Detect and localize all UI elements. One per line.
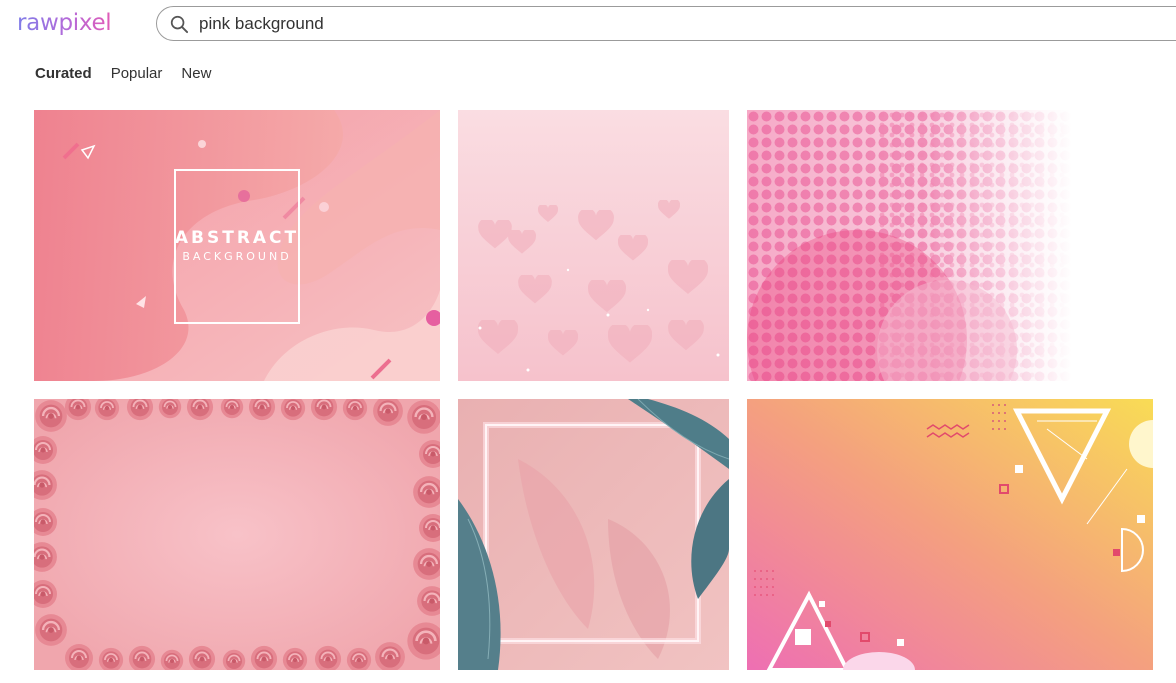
- neon-frame-leaves-image: [458, 399, 729, 670]
- pink-halftone-image: [747, 110, 1153, 381]
- rose-frame-image: [34, 399, 440, 670]
- rawpixel-logo[interactable]: rawpixel: [17, 8, 112, 38]
- result-thumbnail-abstract-background[interactable]: ABSTRACT BACKGROUND: [34, 110, 440, 381]
- abstract-title-line2: BACKGROUND: [182, 250, 292, 263]
- sort-tabs: Curated Popular New: [35, 64, 211, 84]
- result-thumbnail-pink-hearts[interactable]: [458, 110, 729, 381]
- abstract-title-line1: ABSTRACT: [174, 228, 300, 248]
- search-icon[interactable]: [170, 15, 189, 34]
- tab-popular[interactable]: Popular: [111, 64, 163, 84]
- pink-hearts-image: [458, 110, 729, 381]
- memphis-gradient-image: [747, 399, 1153, 670]
- result-thumbnail-neon-frame-leaves[interactable]: [458, 399, 729, 670]
- search-input[interactable]: [199, 9, 1099, 38]
- result-thumbnail-pink-halftone[interactable]: [747, 110, 1153, 381]
- tab-curated[interactable]: Curated: [35, 64, 92, 84]
- result-thumbnail-memphis-gradient[interactable]: [747, 399, 1153, 670]
- page: rawpixel Curated Popular New: [0, 0, 1176, 683]
- tab-new[interactable]: New: [181, 64, 211, 84]
- result-thumbnail-rose-frame[interactable]: [34, 399, 440, 670]
- search-bar[interactable]: [156, 6, 1176, 41]
